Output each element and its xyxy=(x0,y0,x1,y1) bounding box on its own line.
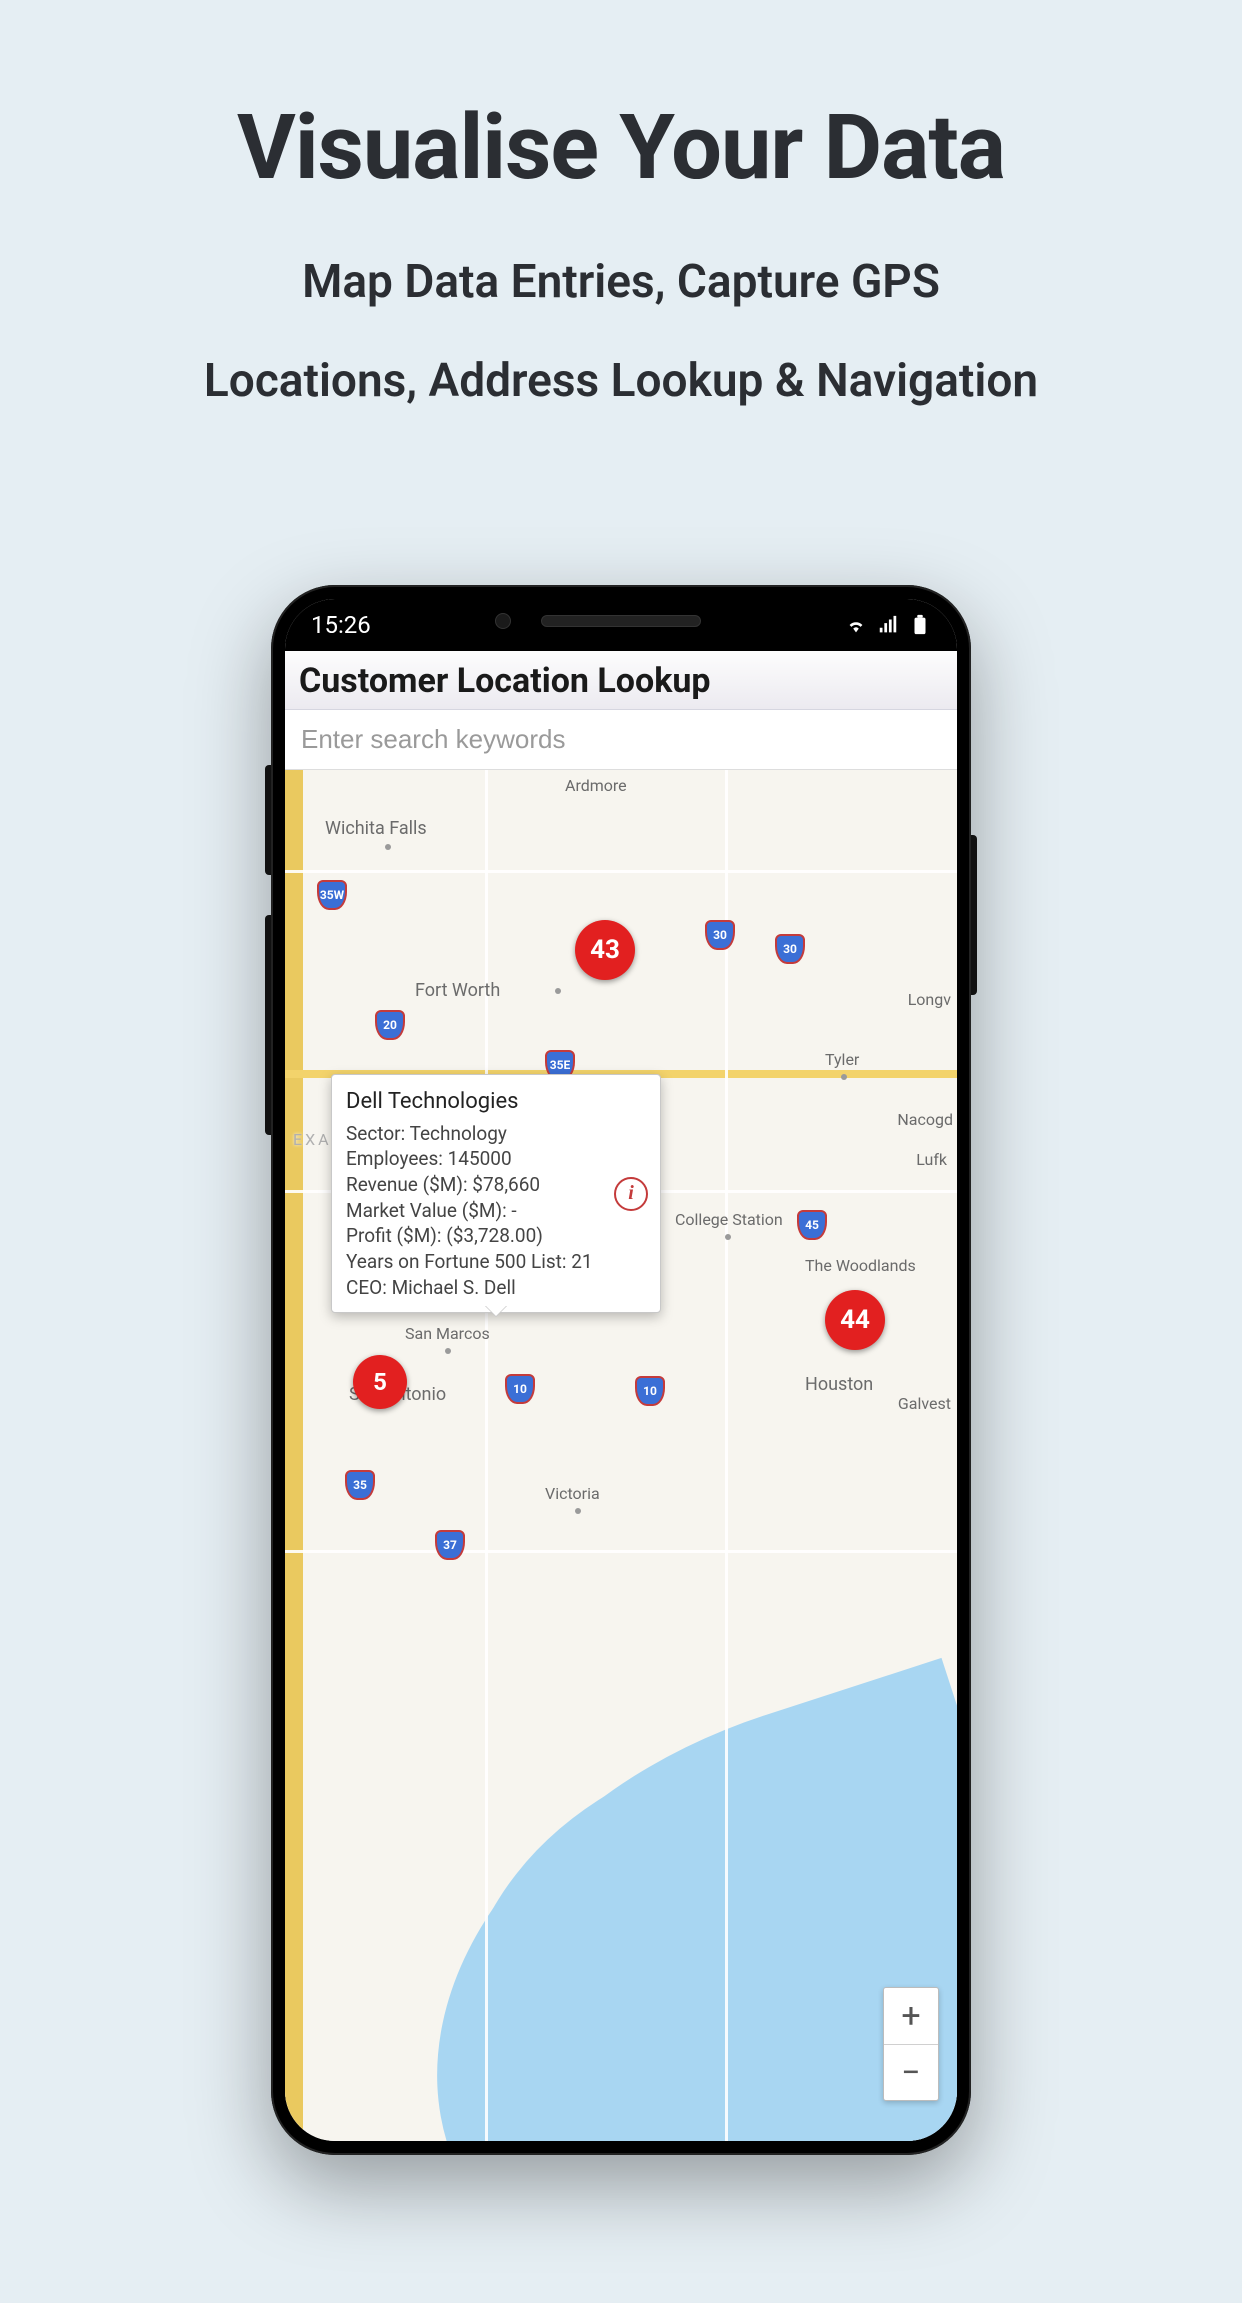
phone-frame: 15:26 Customer Location Lookup xyxy=(271,585,971,2155)
info-mktval-label: Market Value ($M): xyxy=(346,1199,507,1222)
info-icon[interactable]: i xyxy=(614,1177,648,1211)
info-sector-label: Sector: xyxy=(346,1122,405,1145)
status-time: 15:26 xyxy=(311,611,371,639)
map-label-college-station: College Station xyxy=(675,1210,783,1229)
map-cluster-dallas[interactable]: 43 xyxy=(575,920,635,980)
shield-icon: 35W xyxy=(317,880,347,910)
info-revenue: $78,660 xyxy=(472,1173,540,1196)
map-label-nacogdoches: Nacogd xyxy=(897,1110,953,1129)
app-root: Customer Location Lookup Ardmore Wic xyxy=(285,651,957,2141)
search-bar xyxy=(285,710,957,770)
map-canvas[interactable]: Ardmore Wichita Falls Fort Worth Longv T… xyxy=(285,770,957,2141)
zoom-out-button[interactable]: − xyxy=(884,2044,938,2100)
map-label-ardmore: Ardmore xyxy=(565,776,627,795)
shield-icon: 35 xyxy=(345,1470,375,1500)
app-header: Customer Location Lookup xyxy=(285,651,957,710)
map-cluster-san-antonio[interactable]: 5 xyxy=(353,1355,407,1409)
battery-icon xyxy=(909,614,931,636)
promo-title: Visualise Your Data xyxy=(0,95,1242,200)
map-label-longview: Longv xyxy=(908,990,951,1009)
phone-screen: 15:26 Customer Location Lookup xyxy=(285,599,957,2141)
shield-icon: 37 xyxy=(435,1530,465,1560)
map-label-fort-worth: Fort Worth xyxy=(415,980,500,1001)
zoom-control: + − xyxy=(883,1987,939,2101)
info-revenue-label: Revenue ($M): xyxy=(346,1173,468,1196)
info-ceo: Michael S. Dell xyxy=(392,1276,516,1299)
map-label-the-woodlands: The Woodlands xyxy=(805,1256,916,1275)
map-label-houston: Houston xyxy=(805,1374,873,1395)
info-profit-label: Profit ($M): xyxy=(346,1224,442,1247)
wifi-icon xyxy=(845,614,867,636)
info-card: Dell Technologies Sector: Technology Emp… xyxy=(331,1074,661,1313)
status-bar: 15:26 xyxy=(285,599,957,651)
map-cluster-houston[interactable]: 44 xyxy=(825,1290,885,1350)
promo-subtitle-1: Map Data Entries, Capture GPS xyxy=(0,255,1242,309)
app-title: Customer Location Lookup xyxy=(299,661,943,701)
info-profit: ($3,728.00) xyxy=(446,1224,543,1247)
map-label-victoria: Victoria xyxy=(545,1484,600,1503)
shield-icon: 30 xyxy=(775,934,805,964)
info-ceo-label: CEO: xyxy=(346,1276,387,1299)
info-mktval: - xyxy=(511,1199,516,1222)
info-years-label: Years on Fortune 500 List: xyxy=(346,1250,566,1273)
shield-icon: 10 xyxy=(505,1374,535,1404)
info-years: 21 xyxy=(571,1250,592,1273)
info-employees-label: Employees: xyxy=(346,1147,443,1170)
search-input[interactable] xyxy=(285,710,957,769)
map-label-san-marcos: San Marcos xyxy=(405,1324,490,1343)
info-employees: 145000 xyxy=(448,1147,512,1170)
shield-icon: 10 xyxy=(635,1376,665,1406)
signal-icon xyxy=(877,614,899,636)
map-label-galveston: Galvest xyxy=(898,1394,951,1413)
map-label-tyler: Tyler xyxy=(825,1050,859,1069)
info-company: Dell Technologies xyxy=(346,1087,646,1117)
shield-icon: 20 xyxy=(375,1010,405,1040)
zoom-in-button[interactable]: + xyxy=(884,1988,938,2044)
promo-subtitle-2: Locations, Address Lookup & Navigation xyxy=(0,354,1242,408)
shield-icon: 45 xyxy=(797,1210,827,1240)
info-sector: Technology xyxy=(410,1122,507,1145)
map-label-lufkin: Lufk xyxy=(916,1150,947,1169)
map-label-wichita-falls: Wichita Falls xyxy=(325,818,427,839)
shield-icon: 30 xyxy=(705,920,735,950)
